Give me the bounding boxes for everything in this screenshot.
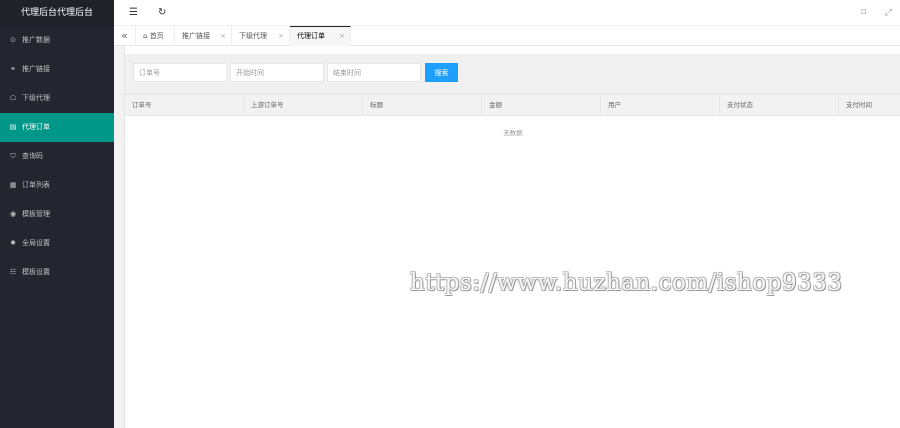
gear-icon: ✹ (10, 239, 16, 247)
column-header-pay-status: 支付状态 (720, 95, 839, 116)
close-icon[interactable]: × (278, 26, 284, 46)
sidebar-item-sub-agents[interactable]: ☖ 下级代理 (0, 84, 114, 113)
close-icon[interactable]: × (339, 27, 345, 45)
app-title: 代理后台代理后台 (0, 0, 114, 26)
column-header-user: 用户 (601, 95, 720, 116)
tab-label: 首页 (149, 32, 164, 40)
sidebar-item-promo-data[interactable]: ⊙ 推广数据 (0, 26, 114, 55)
column-header-order-no: 订单号 (125, 95, 244, 116)
close-icon[interactable]: × (220, 26, 226, 46)
tab-label: 下级代理 (239, 32, 267, 40)
tab-bar: « ⌂ 首页 推广链接 × 下级代理 × 代理订单 × (114, 26, 900, 46)
sidebar-item-label: 推广数据 (22, 36, 50, 44)
sidebar-item-label: 下级代理 (22, 94, 50, 102)
fullscreen-icon[interactable]: ⤢ (885, 0, 892, 26)
search-form: 搜索 (125, 54, 900, 94)
sidebar-item-label: 订单列表 (22, 181, 50, 189)
list-icon: ▦ (9, 181, 17, 189)
top-header: ☰ ↻ ⌑ ⤢ (114, 0, 900, 26)
watermark: https://www.huzhan.com/ishop9333 (410, 270, 843, 296)
column-header-upstream-order-no: 上游订单号 (244, 95, 363, 116)
sidebar-item-global-settings[interactable]: ✹ 全局设置 (0, 229, 114, 258)
order-icon: ▤ (9, 123, 17, 131)
sidebar-item-label: 模板设置 (22, 268, 50, 276)
tab-agent-orders[interactable]: 代理订单 × (290, 26, 351, 46)
tab-sub-agents[interactable]: 下级代理 × (232, 26, 290, 46)
column-header-title: 标题 (363, 95, 482, 116)
sidebar-item-order-list[interactable]: ▦ 订单列表 (0, 171, 114, 200)
sidebar-item-agent-orders[interactable]: ▤ 代理订单 (0, 113, 114, 142)
link-icon: ⚭ (10, 65, 16, 73)
tab-promo-link[interactable]: 推广链接 × (175, 26, 232, 46)
sidebar-item-label: 全局设置 (22, 239, 50, 247)
chevron-double-left-icon[interactable]: « (114, 26, 136, 46)
sidebar-item-label: 代理订单 (22, 123, 50, 131)
sliders-icon: ☷ (9, 268, 17, 276)
orders-table: 订单号 上游订单号 标题 金额 用户 支付状态 支付时间 无数据 (125, 94, 900, 137)
circle-dot-icon: ⊙ (10, 36, 16, 44)
column-header-pay-time: 支付时间 (846, 101, 872, 109)
sidebar-item-promo-link[interactable]: ⚭ 推广链接 (0, 55, 114, 84)
home-icon: ⌂ (143, 32, 148, 40)
start-time-input[interactable] (230, 63, 324, 82)
empty-state-text: 无数据 (503, 129, 523, 137)
menu-toggle-icon[interactable]: ☰ (129, 0, 138, 26)
sidebar-item-label: 查询码 (22, 152, 43, 160)
end-time-input[interactable] (327, 63, 421, 82)
user-icon: ☖ (9, 94, 17, 102)
table-header: 订单号 上游订单号 标题 金额 用户 支付状态 支付时间 (125, 94, 900, 116)
tag-icon[interactable]: ⌑ (861, 0, 866, 26)
template-icon: ◉ (9, 210, 17, 218)
sidebar-menu: ⊙ 推广数据 ⚭ 推广链接 ☖ 下级代理 ▤ 代理订单 ⛉ 查询码 ▦ 订单列表… (0, 26, 114, 287)
sidebar-item-query-code[interactable]: ⛉ 查询码 (0, 142, 114, 171)
sidebar-item-template-settings[interactable]: ☷ 模板设置 (0, 258, 114, 287)
shield-icon: ⛉ (10, 152, 16, 160)
sidebar-item-label: 推广链接 (22, 65, 50, 73)
tab-home[interactable]: ⌂ 首页 (136, 26, 175, 46)
refresh-icon[interactable]: ↻ (158, 0, 166, 26)
main-content: 搜索 订单号 上游订单号 标题 金额 用户 支付状态 支付时间 无数据 (124, 46, 900, 428)
column-header-amount: 金额 (482, 95, 601, 116)
sidebar-item-label: 模板管理 (22, 210, 50, 218)
search-button[interactable]: 搜索 (425, 63, 458, 82)
order-number-input[interactable] (133, 63, 227, 82)
tab-label: 推广链接 (182, 32, 210, 40)
sidebar: 代理后台代理后台 ⊙ 推广数据 ⚭ 推广链接 ☖ 下级代理 ▤ 代理订单 ⛉ 查… (0, 0, 114, 428)
tab-label: 代理订单 (297, 32, 325, 40)
sidebar-item-template-manage[interactable]: ◉ 模板管理 (0, 200, 114, 229)
